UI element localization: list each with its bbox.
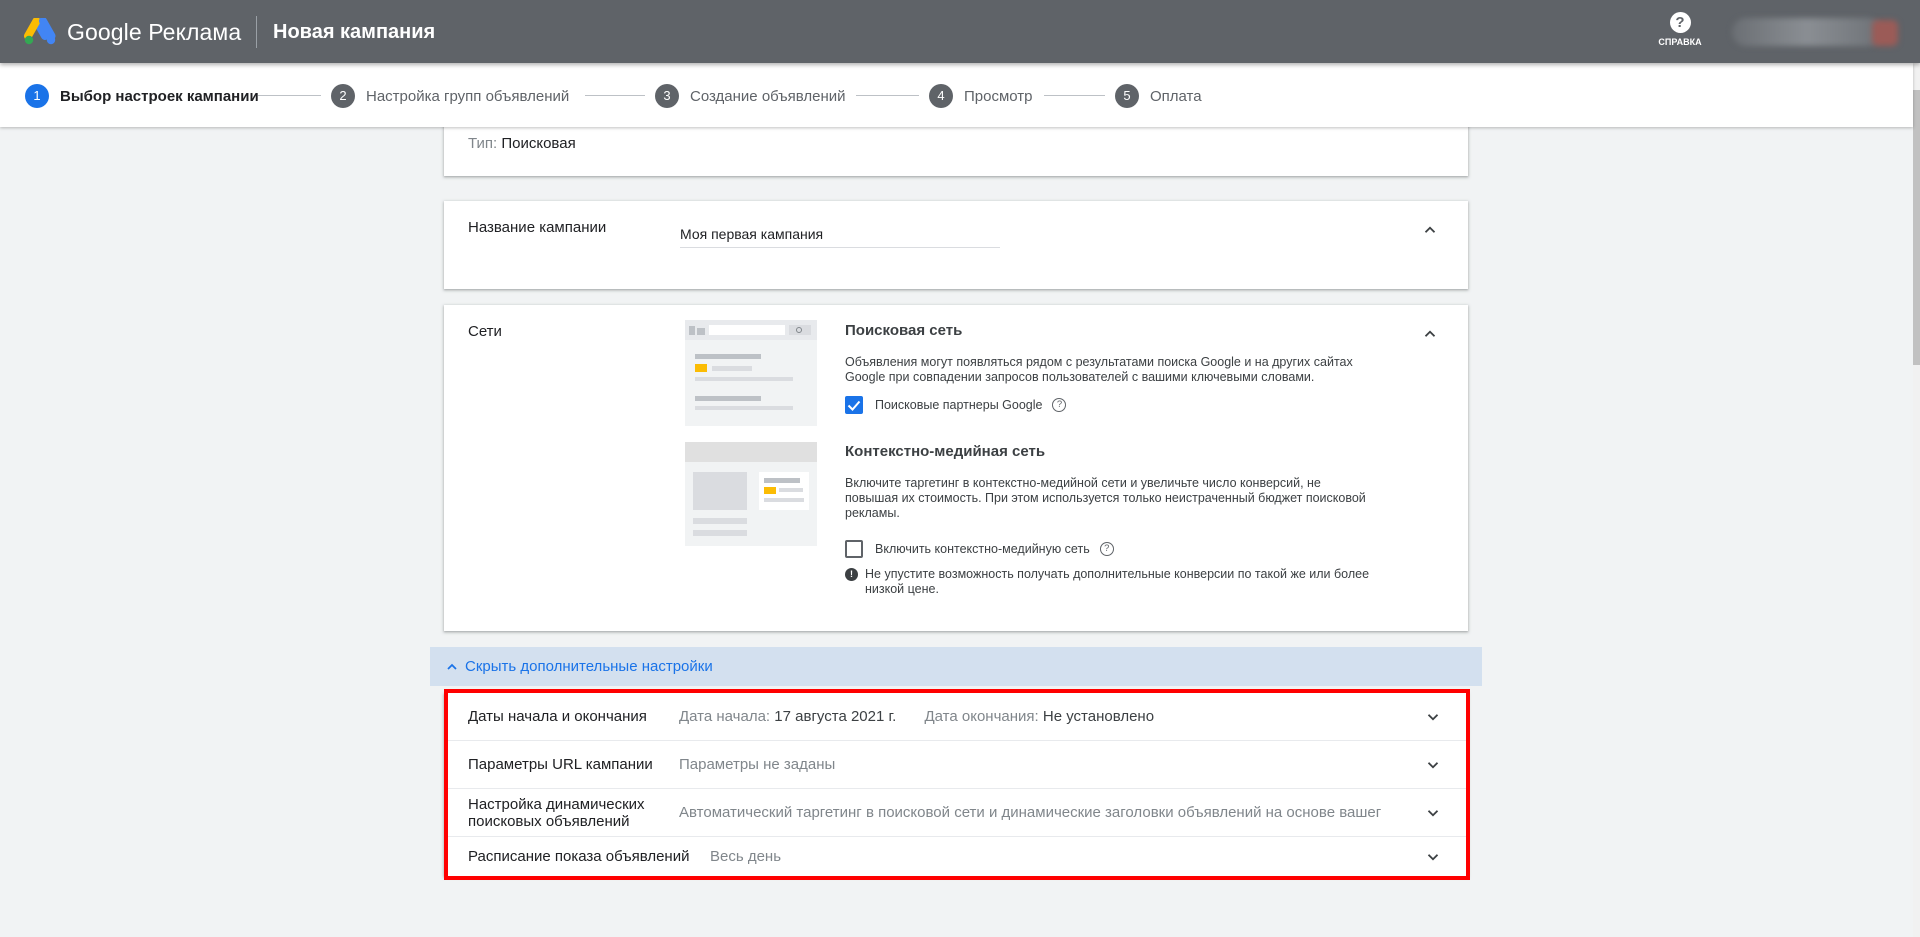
dates-row[interactable]: Даты начала и окончания Дата начала: 17 … <box>444 693 1468 741</box>
campaign-type-label: Тип: <box>468 135 498 152</box>
start-date-value: 17 августа 2021 г. <box>774 708 897 725</box>
campaign-type: Тип: Поисковая <box>468 135 576 152</box>
avatar[interactable] <box>1872 20 1898 46</box>
help-icon: ? <box>1669 12 1691 33</box>
step-number: 3 <box>655 84 679 108</box>
display-network-option[interactable]: Включить контекстно-медийную сеть ? <box>845 539 1114 559</box>
campaign-name-label: Название кампании <box>468 219 607 236</box>
dates-value: Дата начала: 17 августа 2021 г. Дата око… <box>679 708 1154 725</box>
step-connector <box>258 95 321 96</box>
step-label: Оплата <box>1150 87 1202 105</box>
step-connector <box>1044 95 1105 96</box>
search-network-description: Объявления могут появляться рядом с резу… <box>845 355 1353 384</box>
help-question-icon[interactable]: ? <box>1099 542 1114 556</box>
step-label: Просмотр <box>964 87 1033 105</box>
advanced-settings-card: Даты начала и окончания Дата начала: 17 … <box>444 693 1468 876</box>
url-params-label: Параметры URL кампании <box>468 756 653 773</box>
step-number: 2 <box>331 84 355 108</box>
networks-card: Сети Поисковая сеть Объявления могут поя… <box>444 305 1468 631</box>
end-date-value: Не установлено <box>1042 708 1155 725</box>
dates-label: Даты начала и окончания <box>468 708 647 725</box>
networks-label: Сети <box>468 323 502 340</box>
page-title: Новая кампания <box>273 21 436 43</box>
dsa-label-line2: поисковых объявлений <box>468 813 630 830</box>
chevron-down-icon[interactable] <box>1424 804 1442 822</box>
display-network-note-text: Не упустите возможность получать дополни… <box>865 567 1370 596</box>
chevron-down-icon[interactable] <box>1424 848 1442 866</box>
display-network-illustration-icon <box>685 442 817 546</box>
checkmark-icon <box>847 400 861 411</box>
dsa-row[interactable]: Настройка динамических поисковых объявле… <box>444 789 1468 837</box>
dsa-label: Настройка динамических поисковых объявле… <box>468 796 645 830</box>
search-partners-label: Поисковые партнеры Google <box>875 398 1043 412</box>
dsa-value: Автоматический таргетинг в поисковой сет… <box>679 804 1382 821</box>
ad-schedule-row[interactable]: Расписание показа объявлений Весь день <box>444 837 1468 876</box>
help-button[interactable]: ? СПРАВКА <box>1656 12 1704 47</box>
campaign-name-card: Название кампании <box>444 201 1468 289</box>
step-label: Создание объявлений <box>690 87 846 105</box>
google-ads-logo-icon[interactable] <box>24 18 56 46</box>
help-question-icon[interactable]: ? <box>1052 398 1067 412</box>
account-info[interactable] <box>1732 18 1882 46</box>
hide-advanced-settings-label: Скрыть дополнительные настройки <box>465 658 713 675</box>
hide-advanced-settings-toggle[interactable]: Скрыть дополнительные настройки <box>430 647 1482 686</box>
chevron-up-icon[interactable] <box>1421 221 1439 239</box>
url-params-row[interactable]: Параметры URL кампании Параметры не зада… <box>444 741 1468 789</box>
step-5[interactable]: 5 Оплата <box>1115 84 1202 108</box>
step-4[interactable]: 4 Просмотр <box>929 84 1033 108</box>
header-divider <box>256 16 257 48</box>
step-connector <box>856 95 919 96</box>
dsa-label-line1: Настройка динамических <box>468 796 645 813</box>
search-network-illustration-icon <box>685 320 817 426</box>
help-label: СПРАВКА <box>1658 37 1702 47</box>
scrollbar-thumb[interactable] <box>1913 90 1920 365</box>
step-number: 5 <box>1115 84 1139 108</box>
chevron-up-icon <box>447 663 457 670</box>
chevron-up-icon[interactable] <box>1421 325 1439 343</box>
campaign-name-input[interactable] <box>680 217 1000 248</box>
chevron-down-icon[interactable] <box>1424 708 1442 726</box>
chevron-down-icon[interactable] <box>1424 756 1442 774</box>
display-network-description: Включите таргетинг в контекстно-медийной… <box>845 476 1366 520</box>
start-date-label: Дата начала: <box>679 708 771 725</box>
step-label: Настройка групп объявлений <box>366 87 570 105</box>
ad-schedule-label: Расписание показа объявлений <box>468 848 690 865</box>
search-partners-option[interactable]: Поисковые партнеры Google ? <box>845 395 1067 415</box>
campaign-type-value: Поисковая <box>501 135 576 152</box>
step-number: 1 <box>25 84 49 108</box>
url-params-value: Параметры не заданы <box>679 756 836 773</box>
top-app-bar: Google Реклама Новая кампания ? СПРАВКА <box>0 0 1920 63</box>
display-network-checkbox[interactable] <box>845 540 863 558</box>
search-network-title: Поисковая сеть <box>845 322 963 339</box>
search-partners-checkbox[interactable] <box>845 396 863 414</box>
step-number: 4 <box>929 84 953 108</box>
display-network-label: Включить контекстно-медийную сеть <box>875 542 1090 556</box>
end-date-label: Дата окончания: <box>924 708 1039 725</box>
brand-name[interactable]: Google Реклама <box>67 19 241 46</box>
step-1[interactable]: 1 Выбор настроек кампании <box>25 84 259 108</box>
campaign-stepper: 1 Выбор настроек кампании 2 Настройка гр… <box>0 63 1913 127</box>
info-icon: ! <box>845 568 858 581</box>
step-label: Выбор настроек кампании <box>60 87 259 105</box>
ad-schedule-value: Весь день <box>710 848 782 865</box>
step-2[interactable]: 2 Настройка групп объявлений <box>331 84 569 108</box>
display-network-title: Контекстно-медийная сеть <box>845 443 1046 460</box>
step-3[interactable]: 3 Создание объявлений <box>655 84 846 108</box>
display-network-note: ! Не упустите возможность получать допол… <box>845 567 1405 597</box>
step-connector <box>585 95 645 96</box>
